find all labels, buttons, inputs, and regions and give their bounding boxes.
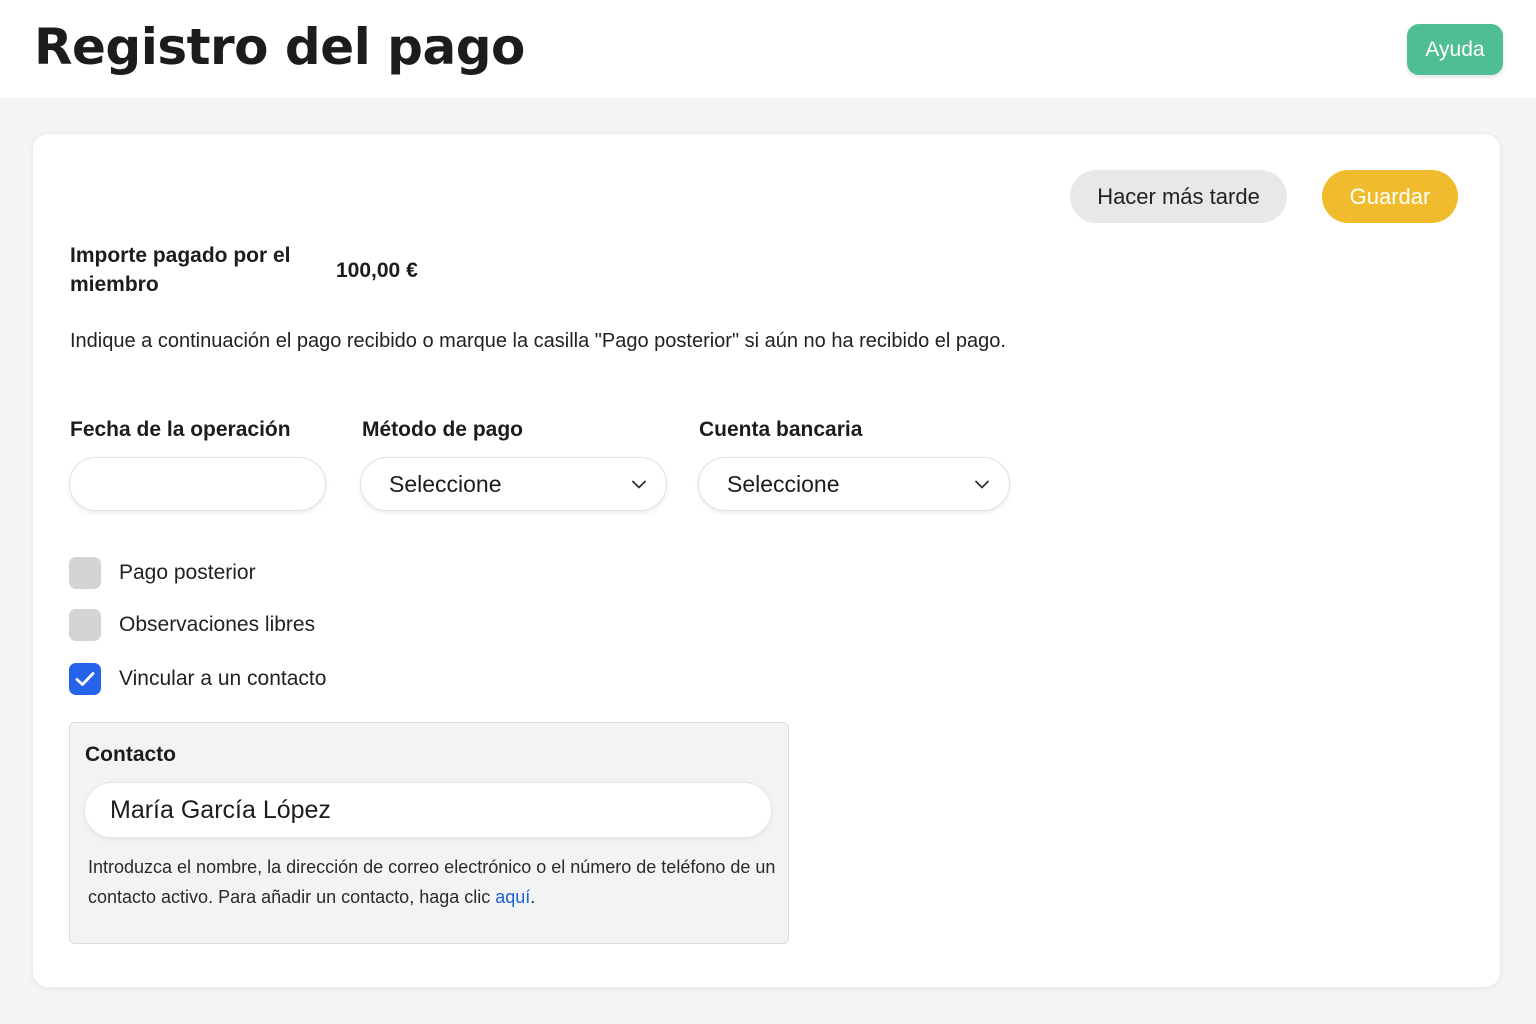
add-contact-link[interactable]: aquí: [495, 887, 530, 907]
contact-panel: Contacto María García López Introduzca e…: [69, 722, 789, 944]
bank-account-label: Cuenta bancaria: [699, 418, 863, 441]
bank-account-select[interactable]: Seleccione: [698, 457, 1010, 511]
help-button[interactable]: Ayuda: [1407, 24, 1503, 75]
contact-help-suffix: .: [530, 887, 536, 907]
chevron-down-icon: [632, 480, 646, 488]
later-payment-checkbox-row[interactable]: Pago posterior: [69, 557, 256, 589]
free-notes-checkbox[interactable]: [69, 609, 101, 641]
instructions-text: Indique a continuación el pago recibido …: [70, 330, 1006, 352]
page-title: Registro del pago: [34, 18, 525, 76]
date-input[interactable]: [69, 457, 326, 511]
link-contact-label: Vincular a un contacto: [119, 667, 327, 690]
payment-method-select[interactable]: Seleccione: [360, 457, 667, 511]
link-contact-checkbox[interactable]: [69, 663, 101, 695]
payment-form-card: Hacer más tarde Guardar Importe pagado p…: [32, 133, 1501, 988]
contact-help-text: Introduzca el nombre, la dirección de co…: [88, 852, 788, 912]
contact-title: Contacto: [85, 743, 176, 766]
amount-value: 100,00 €: [336, 259, 418, 282]
later-payment-checkbox[interactable]: [69, 557, 101, 589]
save-button[interactable]: Guardar: [1322, 170, 1458, 223]
payment-method-label: Método de pago: [362, 418, 523, 441]
bank-account-selected: Seleccione: [727, 470, 840, 497]
chevron-down-icon: [975, 480, 989, 488]
link-contact-checkbox-row[interactable]: Vincular a un contacto: [69, 663, 326, 695]
top-bar: Registro del pago Ayuda: [0, 0, 1536, 98]
date-label: Fecha de la operación: [70, 418, 291, 441]
amount-label: Importe pagado por el miembro: [70, 244, 291, 296]
free-notes-checkbox-row[interactable]: Observaciones libres: [69, 609, 315, 641]
payment-method-selected: Seleccione: [389, 470, 502, 497]
contact-help-prefix: Introduzca el nombre, la dirección de co…: [88, 857, 776, 907]
do-later-button[interactable]: Hacer más tarde: [1070, 170, 1287, 223]
free-notes-label: Observaciones libres: [119, 613, 316, 636]
checkmark-icon: [75, 672, 95, 686]
later-payment-label: Pago posterior: [119, 561, 256, 584]
contact-input[interactable]: María García López: [84, 782, 772, 838]
